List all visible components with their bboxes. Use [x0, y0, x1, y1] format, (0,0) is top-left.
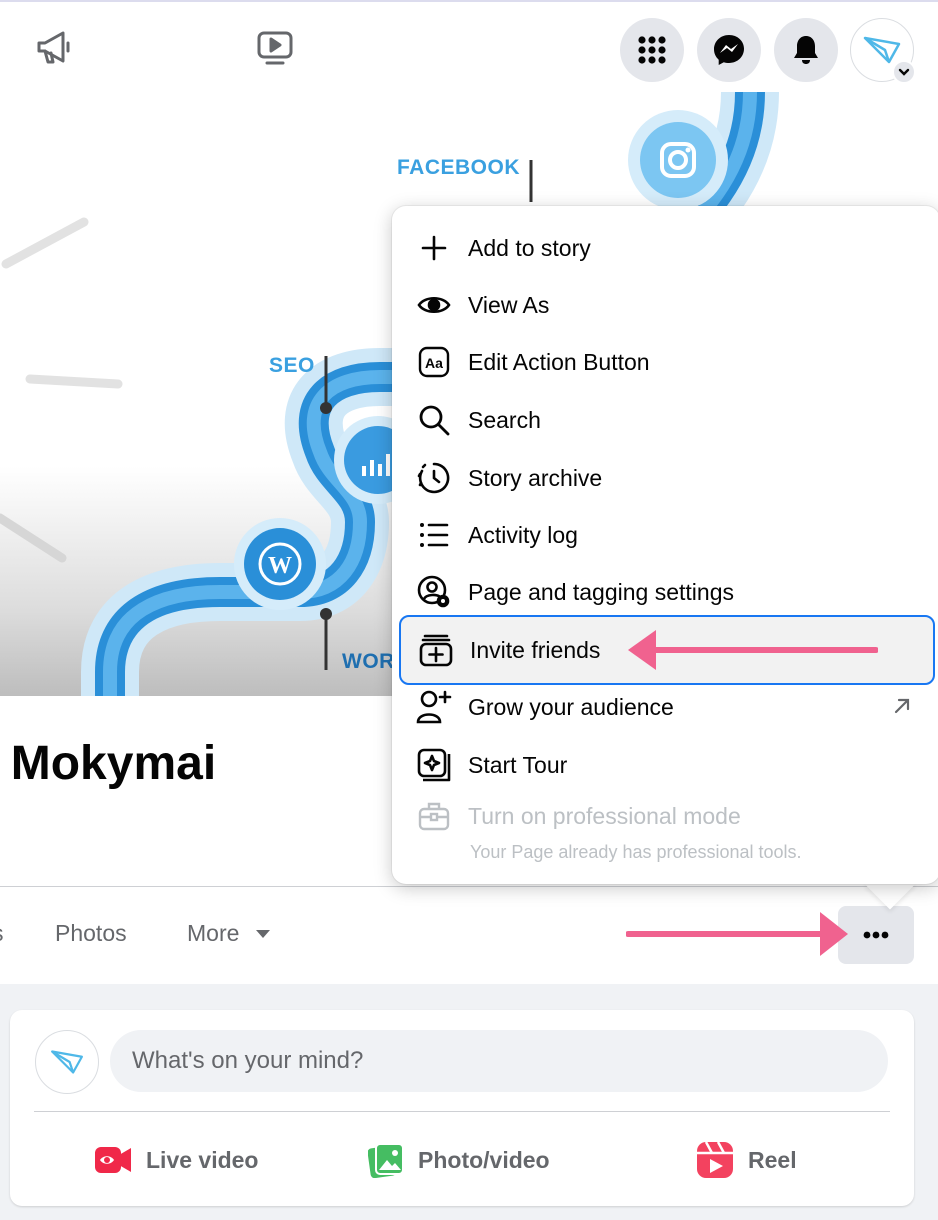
tab-more[interactable]: More — [187, 920, 239, 947]
live-video-icon — [95, 1147, 131, 1173]
invite-add-icon — [414, 630, 458, 670]
live-video-button[interactable]: Live video — [94, 1138, 258, 1182]
annotation-arrow-icon — [626, 912, 848, 956]
menu-item-edit-action-button[interactable]: Aa Edit Action Button — [404, 336, 934, 388]
divider — [0, 886, 938, 887]
apps-grid-icon[interactable] — [620, 18, 684, 82]
menu-item-label: Turn on professional mode — [468, 802, 741, 829]
menu-item-label: Page and tagging settings — [468, 578, 734, 605]
menu-item-professional-mode: Turn on professional mode — [404, 790, 934, 842]
svg-text:Aa: Aa — [425, 355, 443, 371]
post-composer: What's on your mind? Live video Photo/vi… — [10, 1010, 914, 1206]
menu-item-page-tagging-settings[interactable]: Page and tagging settings — [404, 566, 934, 618]
megaphone-icon[interactable] — [27, 20, 83, 76]
user-settings-icon — [412, 572, 456, 612]
notifications-bell-icon[interactable] — [774, 18, 838, 82]
menu-item-activity-log[interactable]: Activity log — [404, 509, 934, 561]
tour-icon — [412, 745, 456, 785]
ellipsis-icon — [863, 931, 889, 939]
annotation-arrow-icon — [628, 630, 879, 670]
menu-item-label: Edit Action Button — [468, 348, 650, 375]
plus-icon — [412, 228, 456, 268]
menu-item-label: Story archive — [468, 464, 603, 491]
chevron-down-icon[interactable] — [892, 60, 916, 84]
search-icon — [412, 400, 456, 440]
tab-partial[interactable]: s — [0, 920, 4, 947]
cover-label-facebook: FACEBOOK — [397, 156, 521, 179]
menu-item-label: View As — [468, 291, 550, 318]
menu-item-story-archive[interactable]: Story archive — [404, 452, 934, 504]
page-title: ' Mokymai — [0, 737, 217, 790]
menu-item-view-as[interactable]: View As — [404, 279, 934, 331]
clock-archive-icon — [412, 458, 456, 498]
professional-mode-sublabel: Your Page already has professional tools… — [470, 842, 802, 862]
reel-icon — [697, 1141, 733, 1178]
menu-item-search[interactable]: Search — [404, 394, 934, 446]
menu-item-label: Search — [468, 406, 541, 433]
menu-item-add-to-story[interactable]: Add to story — [404, 222, 934, 274]
menu-item-label: Activity log — [468, 521, 578, 548]
messenger-icon[interactable] — [697, 18, 761, 82]
cover-label-seo: SEO — [269, 354, 315, 377]
list-icon — [412, 515, 456, 555]
eye-icon — [412, 285, 456, 325]
menu-item-label: Start Tour — [468, 751, 568, 778]
add-person-icon — [412, 687, 456, 727]
menu-item-start-tour[interactable]: Start Tour — [404, 739, 934, 791]
briefcase-icon — [412, 796, 456, 836]
external-link-icon — [892, 696, 912, 721]
reel-label: Reel — [748, 1146, 797, 1173]
menu-item-label: Invite friends — [470, 636, 601, 663]
menu-item-label: Add to story — [468, 234, 591, 261]
watch-video-icon[interactable] — [247, 20, 303, 76]
photo-video-button[interactable]: Photo/video — [368, 1138, 550, 1182]
photo-video-icon — [368, 1143, 404, 1178]
divider — [34, 1111, 890, 1112]
svg-text:W: W — [268, 553, 292, 579]
cover-label-wordpress: WOR — [342, 650, 395, 673]
caret-down-icon[interactable] — [256, 930, 270, 938]
menu-item-grow-audience[interactable]: Grow your audience — [404, 681, 934, 733]
tab-photos[interactable]: Photos — [55, 920, 127, 947]
whats-on-your-mind-input[interactable]: What's on your mind? — [110, 1030, 888, 1092]
aa-text-icon: Aa — [412, 342, 456, 382]
menu-item-label: Grow your audience — [468, 693, 674, 720]
reel-button[interactable]: Reel — [696, 1138, 797, 1182]
menu-item-invite-friends[interactable]: Invite friends — [399, 615, 935, 685]
live-video-label: Live video — [146, 1146, 259, 1173]
page-options-menu: Add to story View As Aa Edit Action Butt… — [392, 206, 938, 884]
composer-avatar[interactable] — [35, 1030, 99, 1094]
top-navigation-bar — [0, 0, 938, 92]
photo-video-label: Photo/video — [418, 1146, 550, 1173]
